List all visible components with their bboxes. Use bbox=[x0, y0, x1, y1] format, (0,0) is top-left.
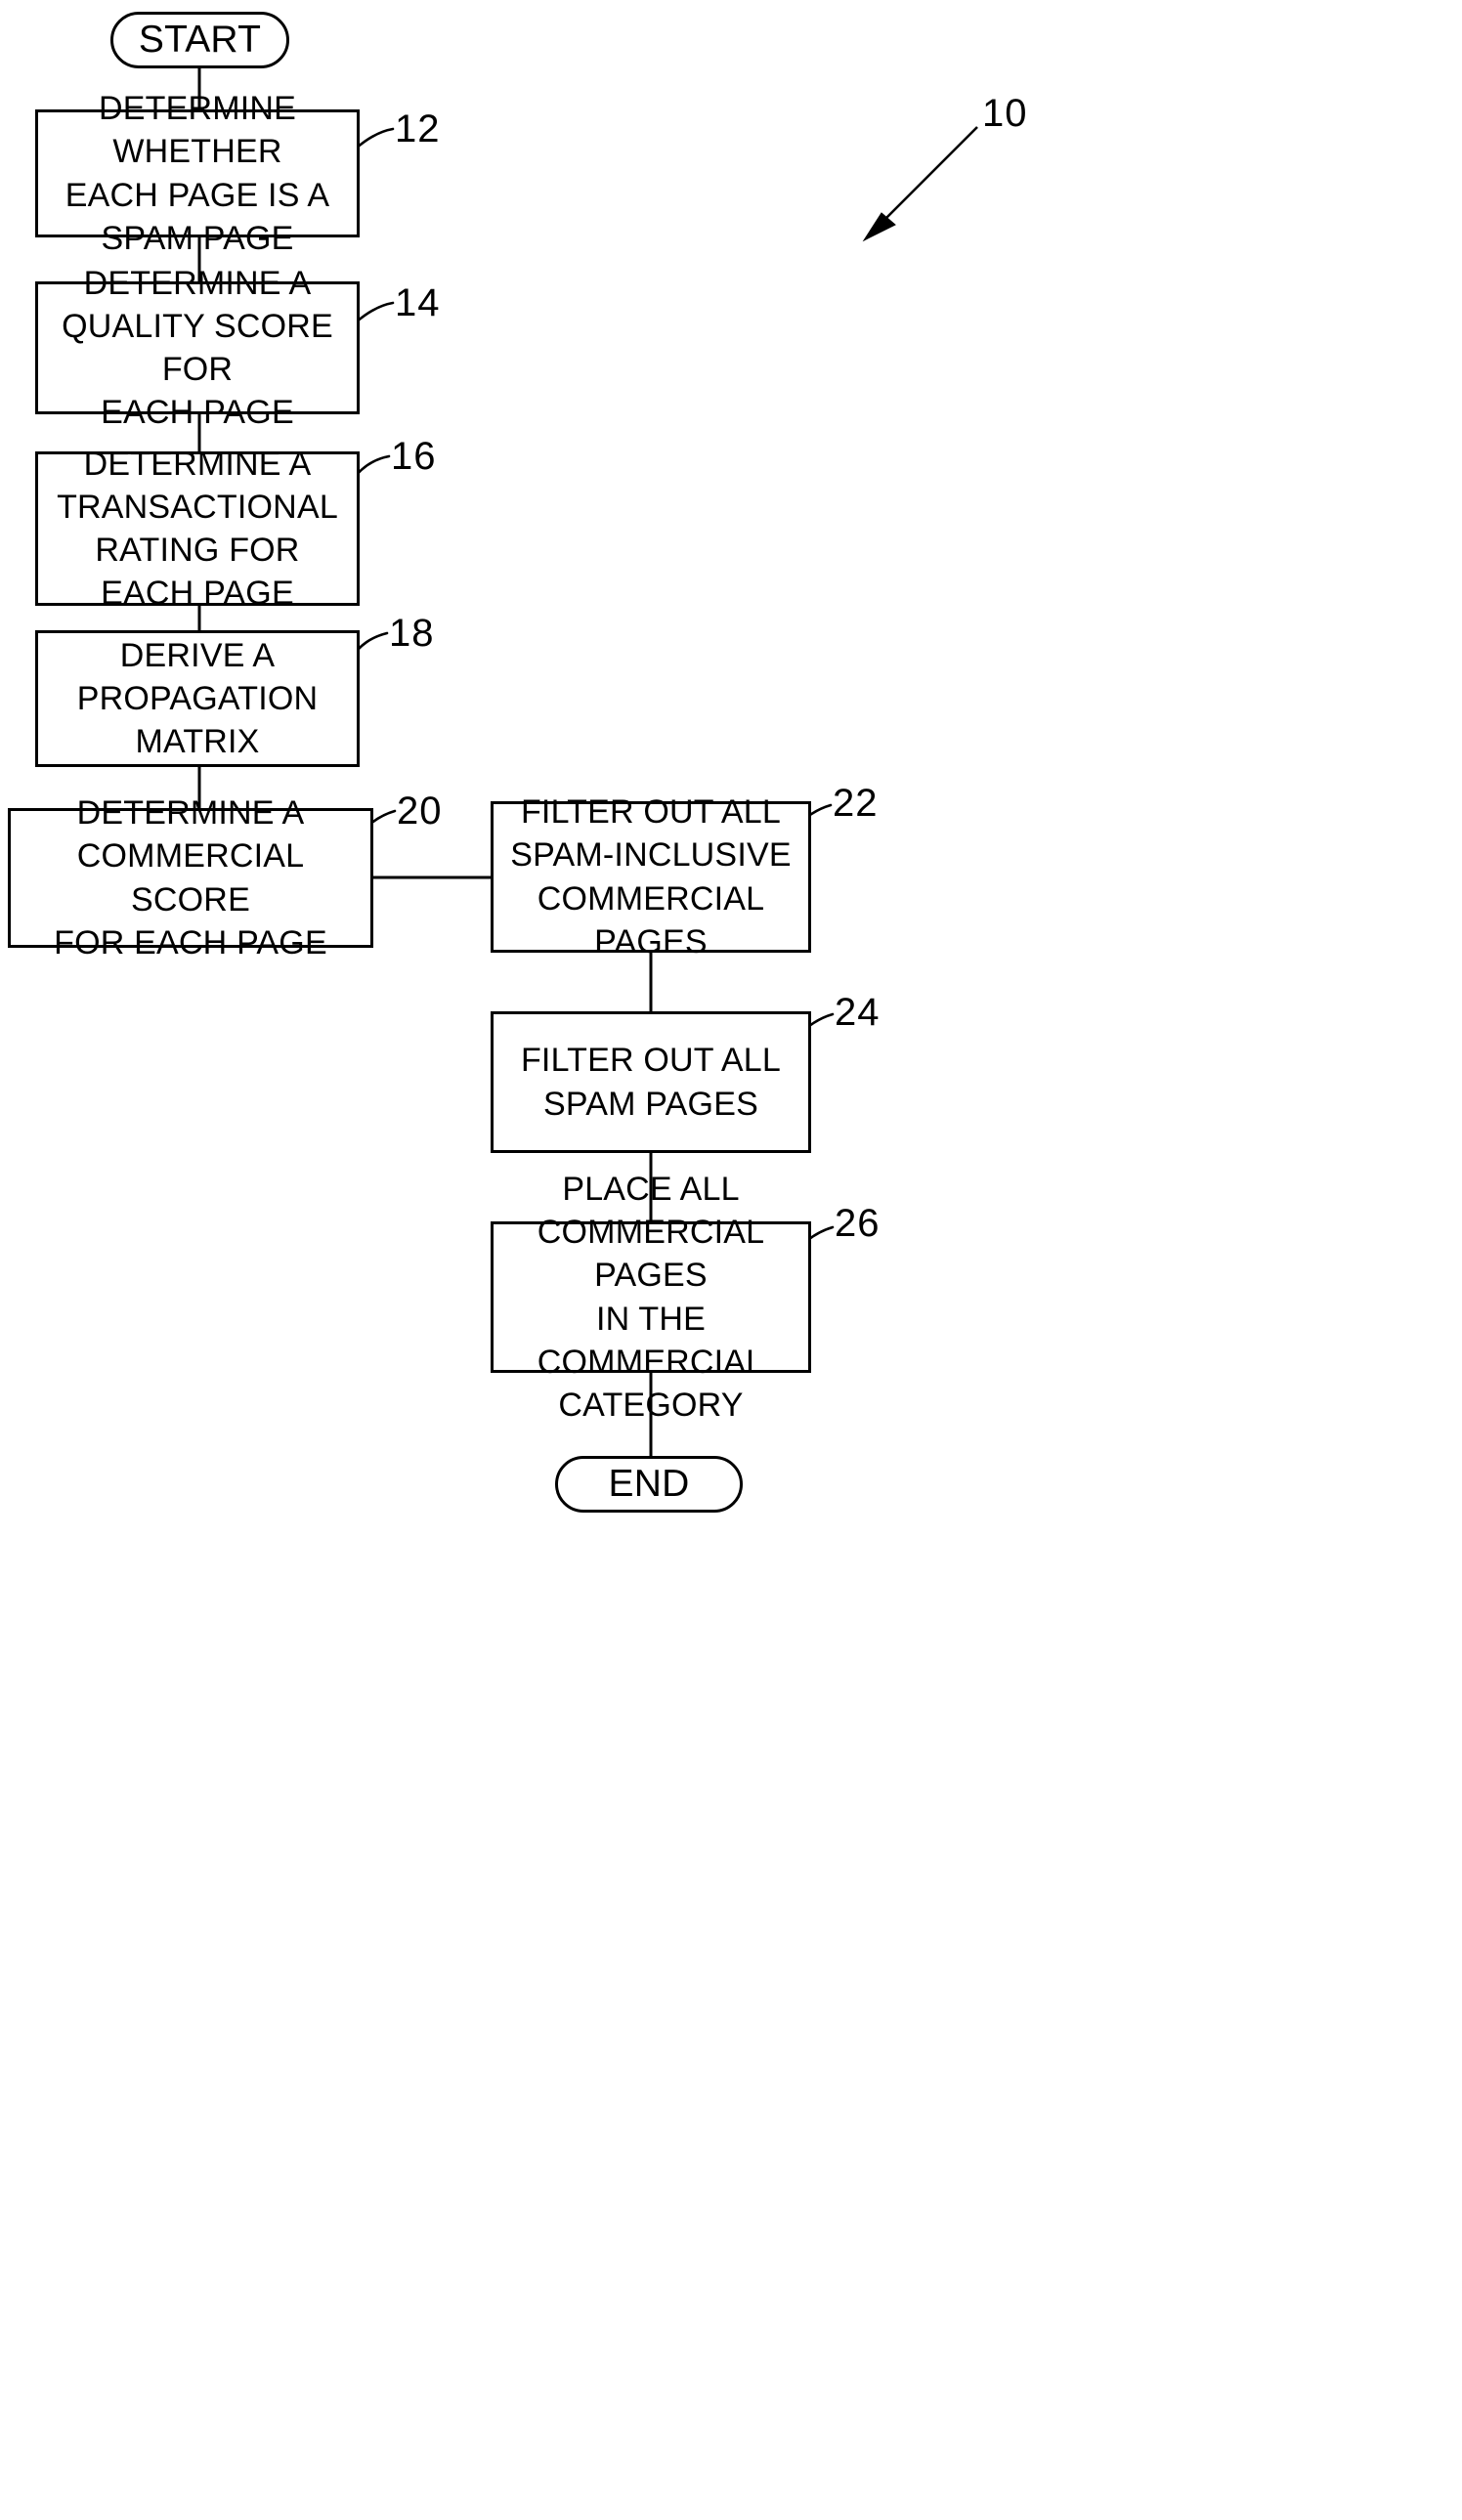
node-determine-spam-page: DETERMINE WHETHER EACH PAGE IS A SPAM PA… bbox=[35, 90, 360, 257]
ref-number-14: 14 bbox=[395, 281, 441, 324]
ref-number-12: 12 bbox=[395, 107, 441, 150]
ref-number-16: 16 bbox=[391, 435, 437, 478]
node-determine-quality-score: DETERMINE A QUALITY SCORE FOR EACH PAGE bbox=[35, 265, 360, 431]
node-determine-commercial-score: DETERMINE A COMMERCIAL SCORE FOR EACH PA… bbox=[8, 794, 373, 961]
node-14-label: DETERMINE A QUALITY SCORE FOR EACH PAGE bbox=[62, 264, 333, 432]
ref-number-24: 24 bbox=[835, 991, 881, 1034]
node-18-label: DERIVE A PROPAGATION MATRIX bbox=[76, 636, 319, 761]
node-place-commercial-pages: PLACE ALL COMMERCIAL PAGES IN THE COMMER… bbox=[491, 1171, 811, 1424]
node-end-label: END bbox=[608, 1462, 690, 1505]
node-26-label: PLACE ALL COMMERCIAL PAGES IN THE COMMER… bbox=[537, 1170, 765, 1424]
node-determine-transactional-rating: DETERMINE A TRANSACTIONAL RATING FOR EAC… bbox=[35, 446, 360, 612]
figure-arrow bbox=[862, 126, 978, 242]
leader-line-14 bbox=[354, 301, 395, 324]
ref-number-26: 26 bbox=[835, 1202, 881, 1245]
node-start: START bbox=[110, 12, 289, 68]
node-filter-spam-pages: FILTER OUT ALL SPAM PAGES bbox=[491, 1011, 811, 1153]
node-filter-spam-inclusive-commercial: FILTER OUT ALL SPAM-INCLUSIVE COMMERCIAL… bbox=[491, 793, 811, 961]
ref-number-22: 22 bbox=[833, 782, 879, 825]
node-12-label: DETERMINE WHETHER EACH PAGE IS A SPAM PA… bbox=[64, 90, 330, 257]
flowchart-figure: START DETERMINE WHETHER EACH PAGE IS A S… bbox=[0, 0, 1462, 2520]
node-16-label: DETERMINE A TRANSACTIONAL RATING FOR EAC… bbox=[57, 445, 338, 613]
node-derive-propagation-matrix: DERIVE A PROPAGATION MATRIX bbox=[35, 630, 360, 767]
node-22-label: FILTER OUT ALL SPAM-INCLUSIVE COMMERCIAL… bbox=[510, 793, 792, 961]
ref-number-18: 18 bbox=[389, 612, 435, 655]
leader-line-12 bbox=[354, 127, 395, 150]
node-24-label: FILTER OUT ALL SPAM PAGES bbox=[520, 1042, 782, 1123]
node-start-label: START bbox=[138, 18, 262, 61]
node-20-label: DETERMINE A COMMERCIAL SCORE FOR EACH PA… bbox=[54, 794, 327, 961]
ref-number-20: 20 bbox=[397, 790, 443, 833]
node-end: END bbox=[555, 1456, 743, 1513]
figure-reference-number: 10 bbox=[982, 92, 1028, 135]
